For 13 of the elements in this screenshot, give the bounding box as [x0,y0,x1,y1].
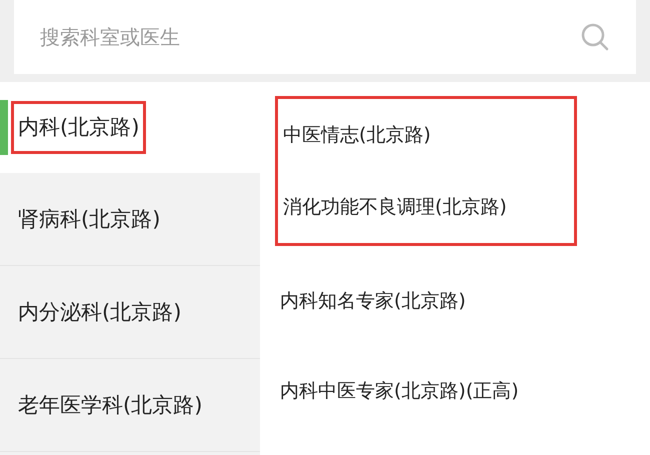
department-label: 内分泌科(北京路) [18,299,182,326]
search-bar[interactable]: 搜索科室或医生 [14,0,636,74]
department-label: 老年医学科(北京路) [18,392,202,420]
department-label: 肾病科(北京路) [18,206,160,234]
department-label: 内科(北京路) [14,104,144,152]
clinic-item[interactable]: 中医情志(北京路) [283,120,431,150]
search-icon[interactable] [580,22,610,52]
department-tab[interactable]: 内科(北京路) [0,82,260,173]
clinic-item[interactable]: 内科中医专家(北京路)(正高) [280,376,519,406]
clinic-item[interactable]: 内科知名专家(北京路) [280,286,466,316]
search-field[interactable]: 搜索科室或医生 [40,22,580,52]
clinic-item[interactable]: 消化功能不良调理(北京路) [283,192,507,222]
selected-indicator [0,100,8,155]
